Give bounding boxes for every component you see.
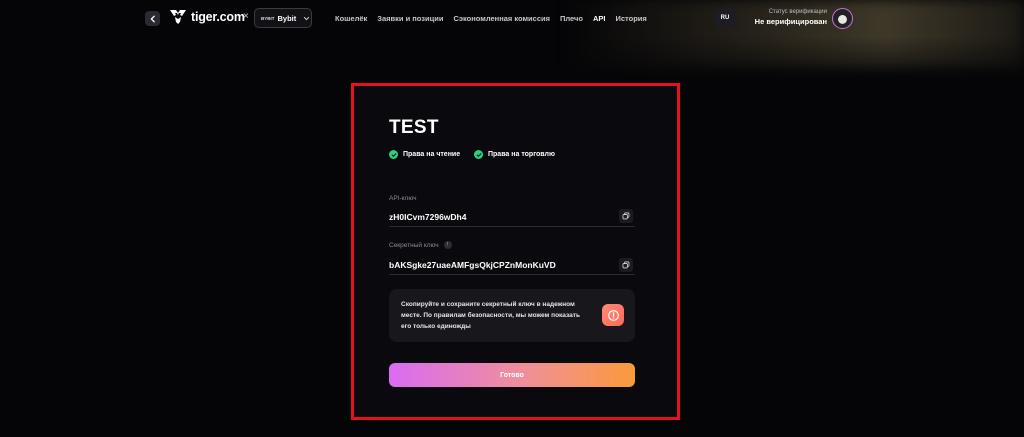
verification-status[interactable]: Статус верификации Не верифицирован (755, 9, 827, 26)
permission-read-label: Права на чтение (403, 151, 461, 158)
secret-key-divider (389, 274, 635, 275)
copy-api-key-button[interactable] (619, 209, 633, 223)
api-key-title: TEST (389, 117, 439, 138)
main-nav: Кошелёк Заявки и позиции Сэкономленная к… (335, 14, 657, 23)
permission-read: Права на чтение (389, 150, 460, 159)
nav-history[interactable]: История (615, 14, 646, 23)
exchange-selector[interactable]: BYBIT Bybit (254, 8, 312, 28)
api-key-divider (389, 226, 635, 227)
copy-icon (622, 261, 630, 269)
secret-key-label: Секретный ключ ! (389, 241, 452, 249)
back-button[interactable] (145, 11, 160, 26)
nav-saved-commission[interactable]: Сэкономленная комиссия (453, 14, 550, 23)
nav-wallet[interactable]: Кошелёк (335, 14, 367, 23)
copy-secret-key-button[interactable] (619, 258, 633, 272)
api-key-value[interactable]: zH0ICvm7296wDh4 (389, 212, 466, 222)
security-warning: Скопируйте и сохраните секретный ключ в … (389, 289, 635, 342)
top-header: tiger.com × BYBIT Bybit Кошелёк Заявки и… (0, 0, 1024, 38)
warning-text: Скопируйте и сохраните секретный ключ в … (401, 301, 580, 330)
avatar[interactable] (832, 8, 853, 29)
warning-icon (602, 304, 624, 326)
logo-separator: × (243, 11, 249, 22)
secret-key-value[interactable]: bAKSgke27uaeAMFgsQkjCPZnMonKuVD (389, 260, 556, 270)
verification-label: Статус верификации (768, 9, 827, 15)
logo-text: tiger.com (191, 10, 245, 24)
tiger-logo[interactable]: tiger.com (169, 9, 245, 25)
nav-api[interactable]: API (593, 14, 606, 23)
tiger-logo-icon (170, 10, 186, 24)
exchange-name: Bybit (277, 13, 297, 23)
nav-leverage[interactable]: Плечо (560, 14, 583, 23)
chevron-left-icon (150, 15, 155, 22)
verification-value: Не верифицирован (754, 17, 827, 26)
check-icon (389, 150, 398, 159)
check-icon (474, 150, 483, 159)
copy-icon (622, 212, 630, 220)
language-selector[interactable]: RU (714, 8, 736, 28)
api-key-label-text: API-ключ (389, 195, 417, 202)
api-key-label: API-ключ (389, 195, 416, 202)
chevron-down-icon (304, 16, 310, 20)
info-icon[interactable]: ! (443, 241, 452, 249)
permission-trade: Права на торговлю (474, 150, 555, 159)
done-button[interactable]: Готово (389, 363, 635, 387)
permission-trade-label: Права на торговлю (488, 151, 555, 158)
nav-orders-positions[interactable]: Заявки и позиции (377, 14, 443, 23)
secret-key-label-text: Секретный ключ (389, 241, 439, 249)
exchange-logo-small: BYBIT (261, 15, 275, 21)
